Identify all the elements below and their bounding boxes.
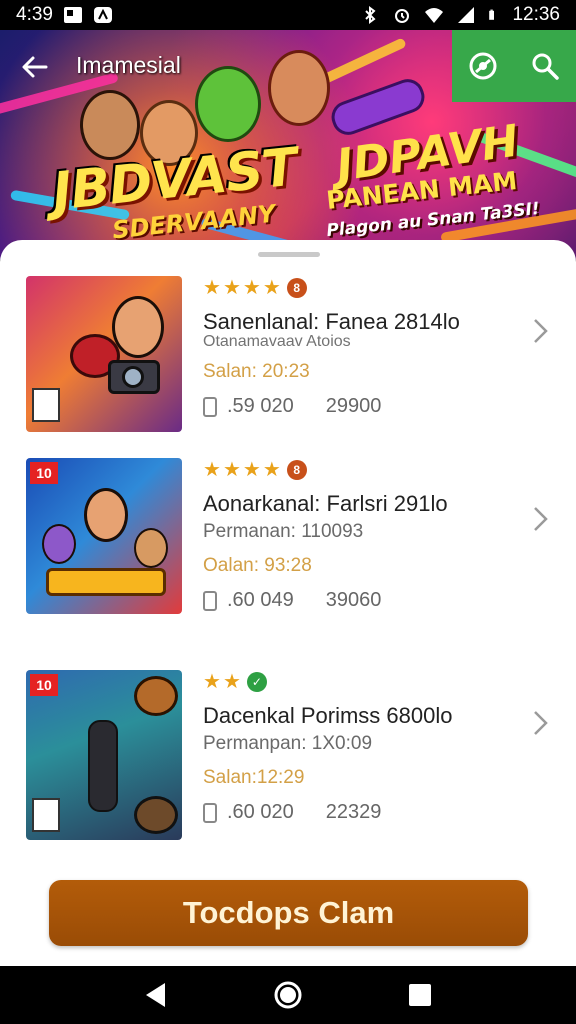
item-meta: .60 049 39060 (203, 589, 523, 612)
item-price: Oalan: 93:28 (203, 555, 312, 576)
sheet-drag-handle[interactable] (258, 252, 320, 257)
chevron-right-icon (534, 319, 548, 343)
nav-home-button[interactable] (268, 975, 308, 1015)
image-notification-icon (63, 7, 82, 23)
battery-icon (489, 9, 495, 20)
item-subtitle: Otanamavaav Atoios (203, 333, 351, 350)
item-thumbnail-3: 10 (26, 670, 182, 840)
star-icon: ★ (222, 671, 241, 693)
status-time-left: 4:39 (16, 4, 53, 25)
back-button[interactable] (20, 52, 54, 86)
hero-character-4 (268, 50, 330, 126)
item-price: Salan: 20:23 (203, 361, 310, 382)
item-count: 29900 (325, 395, 382, 417)
star-icon: ★ (222, 459, 241, 481)
star-icon: ★ (203, 671, 221, 693)
rating-badge: ✓ (246, 672, 267, 692)
nav-back-button[interactable] (136, 975, 176, 1015)
content-sheet: ★ ★ ★ ★ 8 Sanenlanal: Fanea 2814lo Otana… (0, 240, 576, 966)
item-title: Dacenkal Porimss 6800lo (203, 703, 453, 728)
wifi-icon (425, 8, 444, 23)
item-title: Sanenlanal: Fanea 2814lo (203, 309, 460, 334)
item-meta: .59 020 29900 (203, 395, 523, 418)
item-count: 22329 (325, 801, 382, 823)
download-icon (203, 590, 217, 611)
rating-stars: ★ ★ ✓ (203, 670, 523, 694)
square-recents-icon (409, 984, 431, 1006)
item-info-2: ★ ★ ★ ★ 8 Aonarkanal: Farlsri 291lo Perm… (203, 458, 523, 612)
download-icon (203, 802, 217, 823)
chevron-right-icon (534, 711, 548, 735)
status-time-right: 12:36 (512, 4, 560, 25)
status-bar: 4:39 12:36 (0, 0, 576, 30)
star-icon: ★ (262, 277, 281, 299)
chevron-right-icon (534, 507, 548, 531)
star-icon: ★ (203, 277, 221, 299)
item-thumbnail-1 (26, 276, 182, 432)
signal-icon (458, 7, 475, 23)
search-icon (532, 53, 559, 80)
nav-recents-button[interactable] (400, 975, 440, 1015)
item-downloads: .59 020 (227, 395, 294, 417)
item-plan: Permanan: 110093 (203, 521, 364, 542)
circle-home-icon (274, 981, 302, 1009)
list-item-3[interactable]: 10 ★ ★ ✓ Dacenkal Porimss 6800lo Permanp… (0, 670, 576, 850)
item-count: 39060 (325, 589, 382, 611)
app-notification-icon (93, 7, 112, 23)
shield-button[interactable] (463, 46, 503, 86)
item-plan: Permanpan: 1X0:09 (203, 733, 373, 754)
star-icon: ★ (262, 459, 281, 481)
item-title: Aonarkanal: Farlsri 291lo (203, 491, 448, 516)
rating-stars: ★ ★ ★ ★ 8 (203, 276, 523, 300)
item-meta: .60 020 22329 (203, 801, 523, 824)
search-button[interactable] (525, 46, 565, 86)
download-icon (203, 396, 217, 417)
item-thumbnail-2: 10 (26, 458, 182, 614)
item-info-3: ★ ★ ✓ Dacenkal Porimss 6800lo Permanpan:… (203, 670, 523, 824)
hero-character-1 (80, 90, 140, 160)
rating-badge: 8 (286, 460, 307, 480)
star-icon: ★ (242, 277, 261, 299)
rating-badge: 8 (286, 278, 307, 298)
item-info-1: ★ ★ ★ ★ 8 Sanenlanal: Fanea 2814lo Otana… (203, 276, 523, 418)
list-item-2[interactable]: 10 ★ ★ ★ ★ 8 Aonarkanal: Farlsri 291lo P… (0, 458, 576, 638)
app-bar-actions (452, 30, 576, 102)
star-icon: ★ (242, 459, 261, 481)
bluetooth-icon (365, 6, 376, 24)
arrow-back-icon (22, 56, 48, 78)
item-downloads: .60 020 (227, 801, 294, 823)
star-icon: ★ (222, 277, 241, 299)
shield-icon (469, 52, 497, 80)
alarm-icon (395, 9, 410, 23)
triangle-back-icon (146, 983, 165, 1007)
primary-cta-button[interactable]: Tocdops Clam (49, 880, 528, 946)
item-downloads: .60 049 (227, 589, 294, 611)
list-item-1[interactable]: ★ ★ ★ ★ 8 Sanenlanal: Fanea 2814lo Otana… (0, 276, 576, 456)
item-price: Salan:12:29 (203, 767, 305, 788)
system-nav-bar (0, 966, 576, 1024)
app-bar-title: Imamesial (76, 52, 181, 78)
hero-character-3 (195, 66, 261, 142)
star-icon: ★ (203, 459, 221, 481)
rating-stars: ★ ★ ★ ★ 8 (203, 458, 523, 482)
